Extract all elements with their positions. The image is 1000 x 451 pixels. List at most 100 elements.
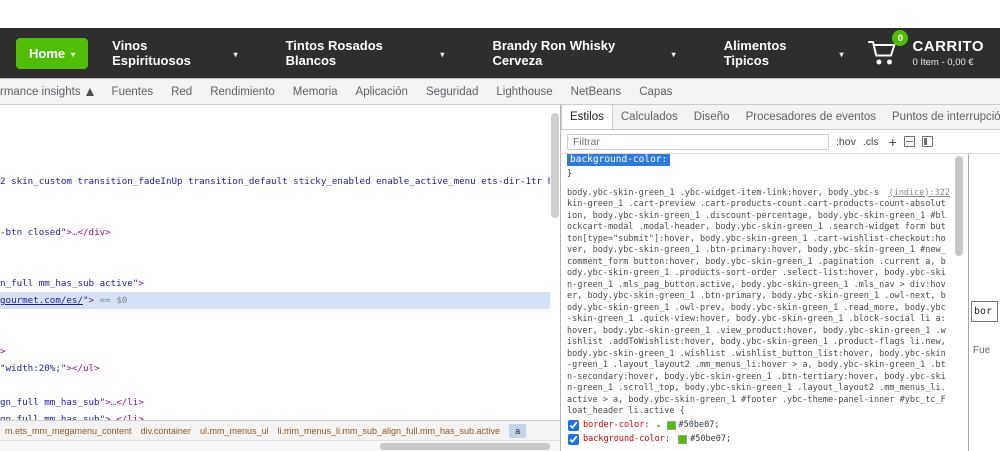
breadcrumb-item[interactable]: div.container — [141, 426, 191, 436]
nav-item-brandy-ron-whisky-cerveza[interactable]: Brandy Ron Whisky Cerveza▾ — [468, 28, 699, 78]
styles-filter-input[interactable] — [567, 134, 829, 150]
devtools-tab-label: NetBeans — [571, 86, 622, 98]
devtools-tab-red[interactable]: Red — [162, 79, 201, 104]
css-property-value: #50be07 — [679, 420, 715, 432]
devtools-tab-fuentes[interactable]: Fuentes — [103, 79, 163, 104]
code-token: </li> — [116, 397, 144, 408]
nav-item-label: Brandy Ron Whisky Cerveza — [492, 38, 665, 68]
partial-text-input[interactable] — [971, 301, 998, 322]
devtools-tab-rmance-insights[interactable]: rmance insights — [0, 79, 103, 104]
code-token: > — [138, 278, 144, 289]
devtools-tab-netbeans[interactable]: NetBeans — [562, 79, 631, 104]
styles-toolbar-button-cls[interactable]: .cls — [863, 136, 879, 148]
element-href-link[interactable]: gourmet.com/es/ — [0, 295, 83, 306]
dom-tree-row[interactable]: gourmet.com/es/"> == $0 — [0, 292, 550, 309]
devtools-tab-seguridad[interactable]: Seguridad — [417, 79, 487, 104]
devtools-tab-lighthouse[interactable]: Lighthouse — [487, 79, 561, 104]
code-token: > — [0, 346, 6, 357]
dom-tree-row[interactable]: -btn closed">…</div> — [0, 224, 550, 241]
breadcrumb-item[interactable]: m.ets_mm_megamenu_content — [5, 426, 132, 436]
cart-widget[interactable]: 0 CARRITO 0 Item - 0,00 € — [867, 38, 984, 68]
nav-item-label: Tintos Rosados Blancos — [286, 38, 435, 68]
sidebar-tab-estilos[interactable]: Estilos — [561, 105, 613, 129]
css-selector: body.ybc-skin-green_1 .ybc-widget-item-l… — [567, 188, 950, 417]
code-token: gn_full mm_has_sub" — [0, 397, 105, 408]
code-token: </div> — [77, 227, 110, 238]
partial-label: Fue — [973, 345, 990, 356]
devtools-tab-label: Aplicación — [356, 86, 408, 98]
css-property-name: background-color — [583, 434, 665, 446]
styles-toolbar-button-item[interactable]: + — [889, 134, 897, 150]
page-top-strip — [0, 0, 1000, 28]
dom-tree-row[interactable]: > — [0, 343, 550, 360]
devtools-tab-label: Fuentes — [112, 86, 154, 98]
devtools-panel: rmance insights Fuentes Red Rendimiento Memo… — [0, 78, 1000, 451]
screen: Home ▾ Vinos Espirituosos▾Tintos Rosados… — [0, 0, 1000, 451]
nav-item-label: Vinos Espirituosos — [112, 38, 227, 68]
dom-tree-row[interactable]: "width:20%;"></ul> — [0, 360, 550, 377]
grid-icon[interactable] — [904, 136, 915, 147]
breadcrumb-item[interactable]: li.mm_menus_li.mm_sub_align_full.mm_has_… — [277, 426, 500, 436]
elements-pane: 2 skin_custom transition_fadeInUp transi… — [0, 105, 560, 451]
scrollbar-thumb[interactable] — [551, 113, 559, 218]
nav-item-tintos-rosados-blancos[interactable]: Tintos Rosados Blancos▾ — [262, 28, 469, 78]
devtools-tab-label: Rendimiento — [210, 86, 275, 98]
elements-vertical-scrollbar[interactable] — [551, 107, 559, 417]
dom-tree-row — [0, 105, 550, 122]
scrollbar-thumb[interactable] — [380, 443, 550, 450]
panel-layout-icon[interactable] — [922, 136, 933, 147]
sidebar-tab-dise-o[interactable]: Diseño — [686, 105, 738, 129]
styles-vertical-scrollbar[interactable] — [955, 156, 963, 449]
nav-item-vinos-espirituosos[interactable]: Vinos Espirituosos▾ — [88, 28, 261, 78]
nav-home-button[interactable]: Home ▾ — [16, 38, 88, 69]
dom-tree-row[interactable]: n_full mm_has_sub active"> — [0, 275, 550, 292]
nav-item-alimentos-tipicos[interactable]: Alimentos Tipicos▾ — [700, 28, 868, 78]
css-property-name: border-color — [583, 420, 644, 432]
dom-tree-row[interactable]: 2 skin_custom transition_fadeInUp transi… — [0, 173, 550, 190]
code-token: </ul> — [72, 363, 100, 374]
cart-title: CARRITO — [912, 38, 984, 55]
devtools-tab-memoria[interactable]: Memoria — [284, 79, 347, 104]
dom-tree-row — [0, 258, 550, 275]
sidebar-tab-calculados[interactable]: Calculados — [613, 105, 686, 129]
dom-tree-row — [0, 241, 550, 258]
code-token: -btn closed" — [0, 227, 66, 238]
dom-tree-row[interactable]: gn_full mm_has_sub">…</li> — [0, 411, 550, 420]
right-partial-pane: Fue — [969, 154, 1000, 451]
sidebar-tab-procesadores-de-eventos[interactable]: Procesadores de eventos — [738, 105, 884, 129]
devtools-tab-rendimiento[interactable]: Rendimiento — [201, 79, 284, 104]
dom-tree-row — [0, 139, 550, 156]
styles-pane-body: background-color: } (índice):322 body.yb… — [561, 154, 1000, 451]
element-breadcrumb-bar: m.ets_mm_megamenu_content div.container ul… — [0, 420, 560, 440]
stylesheet-source-link[interactable]: (índice):322 — [889, 188, 950, 200]
chevron-down-icon: ▾ — [71, 50, 75, 59]
sidebar-tab-puntos-de-interrupci-n-dom[interactable]: Puntos de interrupción DOM — [884, 105, 1000, 129]
scrollbar-thumb[interactable] — [955, 156, 963, 256]
color-swatch[interactable] — [678, 435, 687, 444]
devtools-tab-label: rmance insights — [0, 86, 81, 98]
styles-toolbar: :hov .cls + — [561, 130, 1000, 154]
property-toggle-checkbox[interactable] — [568, 420, 579, 431]
devtools-main: 2 skin_custom transition_fadeInUp transi… — [0, 105, 1000, 451]
dom-tree-row — [0, 309, 550, 326]
property-toggle-checkbox[interactable] — [568, 434, 579, 445]
styles-rules: background-color: } (índice):322 body.yb… — [567, 154, 950, 451]
code-token: n_full mm_has_sub active" — [0, 278, 138, 289]
devtools-tab-aplicaci-n[interactable]: Aplicación — [347, 79, 417, 104]
dom-tree-row — [0, 326, 550, 343]
devtools-tab-label: Lighthouse — [496, 86, 552, 98]
scrolled-rule-fragment: background-color: — [567, 154, 950, 167]
devtools-tab-capas[interactable]: Capas — [630, 79, 681, 104]
styles-sidebar: EstilosCalculadosDiseñoProcesadores de e… — [561, 105, 1000, 451]
dom-tree-row[interactable]: gn_full mm_has_sub">…</li> — [0, 394, 550, 411]
styles-toolbar-button-hov[interactable]: :hov — [836, 136, 856, 148]
breadcrumb-item[interactable]: a — [509, 424, 526, 438]
devtools-tab-label: Capas — [639, 86, 672, 98]
color-swatch[interactable] — [667, 421, 676, 430]
elements-horizontal-scrollbar[interactable] — [0, 440, 560, 451]
chevron-down-icon: ▾ — [839, 50, 843, 59]
breadcrumb-item[interactable]: ul.mm_menus_ul — [200, 426, 269, 436]
css-property-row: border-color: ▸#50be07; — [567, 419, 950, 433]
css-property-row: background-color: #50be07; — [567, 433, 950, 447]
expand-arrow-icon[interactable]: ▸ — [657, 420, 662, 432]
